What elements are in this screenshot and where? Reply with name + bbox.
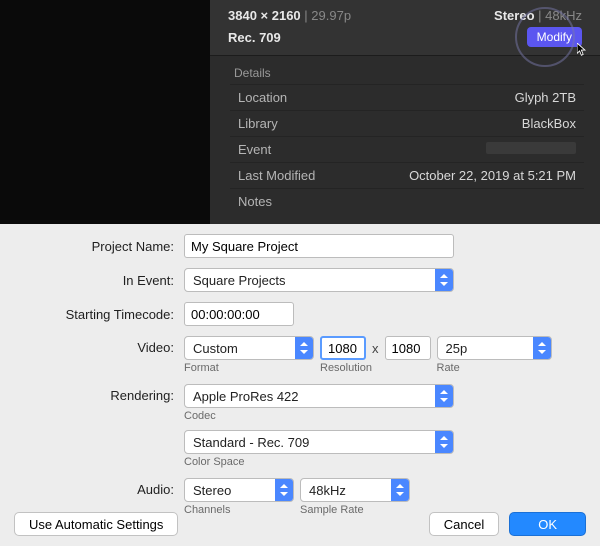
select-value: Apple ProRes 422 [193,389,299,404]
x-separator: x [372,341,379,356]
inspector-header: 3840 × 2160 | 29.97p Stereo | 48kHz Rec.… [210,0,600,56]
rendering-colorspace-select[interactable]: Standard - Rec. 709 [184,430,454,454]
audio-label: Audio: [14,478,184,497]
video-rate-select[interactable]: 25p [437,336,552,360]
detail-row-event: Event [230,136,584,162]
detail-label: Notes [238,194,272,209]
select-value: Stereo [193,483,231,498]
audio-khz: 48kHz [545,8,582,23]
detail-label: Event [238,142,271,157]
caret-icon [295,337,313,359]
dialog-footer: Use Automatic Settings Cancel OK [14,512,586,536]
rate-sublabel: Rate [437,362,552,374]
project-name-label: Project Name: [14,239,184,254]
caret-icon [391,479,409,501]
in-event-label: In Event: [14,273,184,288]
redacted-value [486,142,576,154]
detail-value: BlackBox [522,116,576,131]
video-width-input[interactable] [320,336,366,360]
detail-label: Library [238,116,278,131]
project-settings-dialog: Project Name: In Event: Square Projects … [0,224,600,546]
modify-button[interactable]: Modify [527,27,582,47]
codec-sublabel: Codec [184,410,454,422]
project-name-input[interactable] [184,234,454,258]
inspector-rec709: Rec. 709 [228,30,281,45]
caret-icon [533,337,551,359]
inspector-resolution: 3840 × 2160 | 29.97p [228,8,351,23]
select-value: Square Projects [193,273,286,288]
resolution-value: 3840 × 2160 [228,8,301,23]
rendering-label: Rendering: [14,384,184,403]
detail-value: Glyph 2TB [515,90,576,105]
audio-stereo: Stereo [494,8,534,23]
detail-row-notes: Notes [230,188,584,214]
video-format-select[interactable]: Custom [184,336,314,360]
detail-row-location: Location Glyph 2TB [230,84,584,110]
detail-label: Last Modified [238,168,315,183]
select-value: 48kHz [309,483,346,498]
select-value: Custom [193,341,238,356]
detail-row-last-modified: Last Modified October 22, 2019 at 5:21 P… [230,162,584,188]
caret-icon [435,385,453,407]
colorspace-sublabel: Color Space [184,456,454,468]
starting-timecode-input[interactable] [184,302,294,326]
detail-row-library: Library BlackBox [230,110,584,136]
format-sublabel: Format [184,362,314,374]
caret-icon [435,269,453,291]
audio-channels-select[interactable]: Stereo [184,478,294,502]
details-header: Details [230,60,584,84]
audio-rate-select[interactable]: 48kHz [300,478,410,502]
framerate-value: 29.97p [311,8,351,23]
ok-button[interactable]: OK [509,512,586,536]
cancel-button[interactable]: Cancel [429,512,499,536]
caret-icon [435,431,453,453]
video-label: Video: [14,336,184,355]
inspector-audio-summary: Stereo | 48kHz [494,8,582,23]
video-height-input[interactable] [385,336,431,360]
inspector-details: Details Location Glyph 2TB Library Black… [210,56,600,214]
resolution-sublabel: Resolution [320,362,431,374]
detail-label: Location [238,90,287,105]
use-automatic-settings-button[interactable]: Use Automatic Settings [14,512,178,536]
select-value: 25p [446,341,468,356]
in-event-select[interactable]: Square Projects [184,268,454,292]
inspector-panel: 3840 × 2160 | 29.97p Stereo | 48kHz Rec.… [210,0,600,224]
rendering-codec-select[interactable]: Apple ProRes 422 [184,384,454,408]
starting-timecode-label: Starting Timecode: [14,307,184,322]
select-value: Standard - Rec. 709 [193,435,309,450]
detail-value: October 22, 2019 at 5:21 PM [409,168,576,183]
caret-icon [275,479,293,501]
